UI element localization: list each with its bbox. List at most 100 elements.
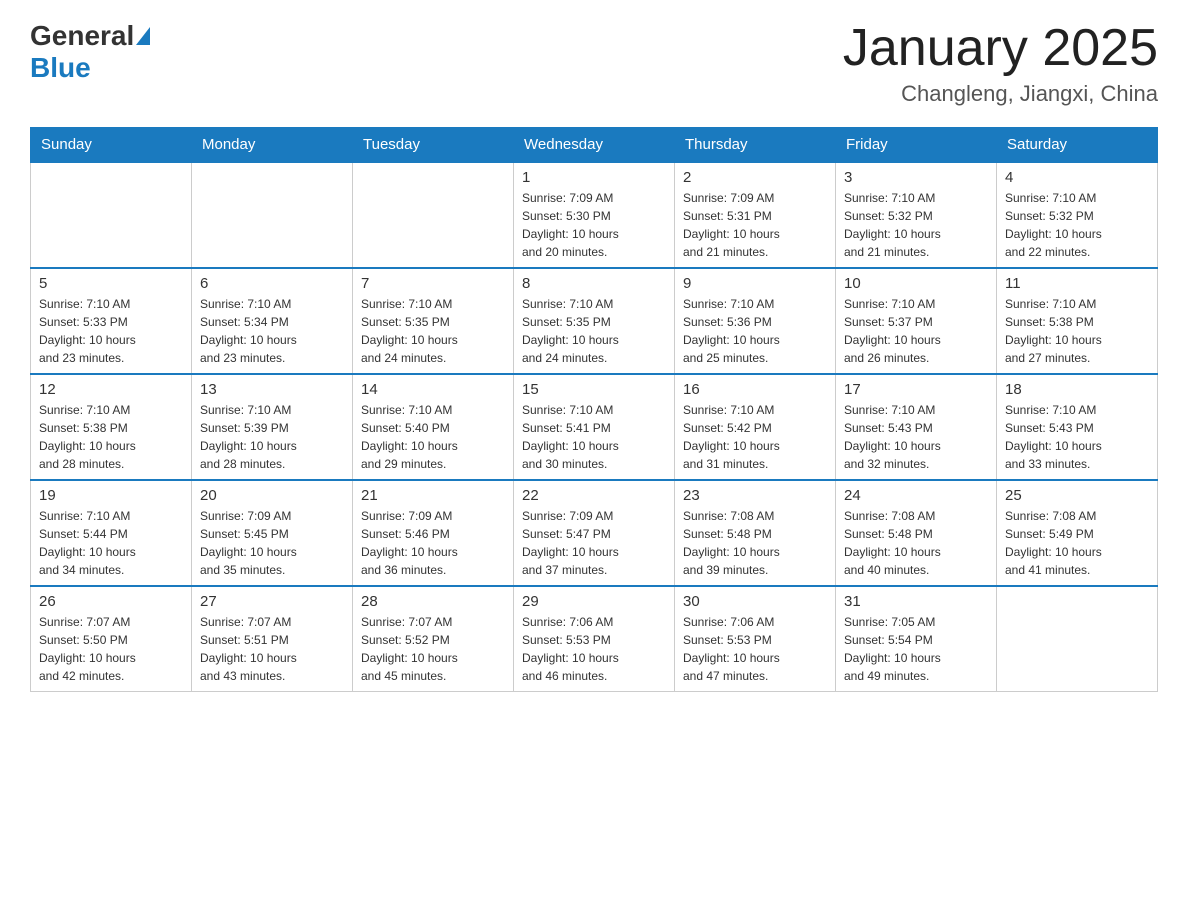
calendar-day-cell: 26 Sunrise: 7:07 AMSunset: 5:50 PMDayligh… [31,586,192,692]
day-info: Sunrise: 7:09 AMSunset: 5:46 PMDaylight:… [361,507,505,579]
day-info: Sunrise: 7:07 AMSunset: 5:52 PMDaylight:… [361,613,505,685]
day-number: 12 [39,381,183,398]
calendar-week-row: 12 Sunrise: 7:10 AMSunset: 5:38 PMDayligh… [31,374,1158,480]
calendar-day-cell: 18 Sunrise: 7:10 AMSunset: 5:43 PMDayligh… [997,374,1158,480]
day-number: 24 [844,487,988,504]
day-info: Sunrise: 7:10 AMSunset: 5:35 PMDaylight:… [361,295,505,367]
calendar-day-header: Monday [192,128,353,163]
calendar-day-cell: 9 Sunrise: 7:10 AMSunset: 5:36 PMDaylight… [675,268,836,374]
calendar-day-cell: 16 Sunrise: 7:10 AMSunset: 5:42 PMDayligh… [675,374,836,480]
calendar-day-header: Tuesday [353,128,514,163]
logo-blue-text: Blue [30,52,91,83]
day-number: 16 [683,381,827,398]
day-number: 27 [200,593,344,610]
day-number: 14 [361,381,505,398]
day-number: 7 [361,275,505,292]
day-number: 23 [683,487,827,504]
calendar-day-cell: 24Sunrise: 7:08 AMSunset: 5:48 PMDayligh… [836,480,997,586]
calendar-day-cell: 14 Sunrise: 7:10 AMSunset: 5:40 PMDayligh… [353,374,514,480]
calendar-day-cell: 21Sunrise: 7:09 AMSunset: 5:46 PMDayligh… [353,480,514,586]
day-number: 10 [844,275,988,292]
day-info: Sunrise: 7:05 AMSunset: 5:54 PMDaylight:… [844,613,988,685]
day-info: Sunrise: 7:08 AMSunset: 5:48 PMDaylight:… [683,507,827,579]
day-info: Sunrise: 7:10 AMSunset: 5:37 PMDaylight:… [844,295,988,367]
day-info: Sunrise: 7:10 AMSunset: 5:43 PMDaylight:… [1005,401,1149,473]
day-info: Sunrise: 7:10 AMSunset: 5:41 PMDaylight:… [522,401,666,473]
calendar-day-header: Wednesday [514,128,675,163]
page-header: General Blue January 2025 Changleng, Jia… [30,20,1158,107]
day-number: 30 [683,593,827,610]
logo-triangle-icon [136,27,150,45]
calendar-day-cell: 3 Sunrise: 7:10 AMSunset: 5:32 PMDaylight… [836,162,997,268]
calendar-day-header: Sunday [31,128,192,163]
calendar-day-cell: 4 Sunrise: 7:10 AMSunset: 5:32 PMDaylight… [997,162,1158,268]
day-number: 26 [39,593,183,610]
day-number: 20 [200,487,344,504]
day-info: Sunrise: 7:10 AMSunset: 5:33 PMDaylight:… [39,295,183,367]
calendar-day-cell: 31Sunrise: 7:05 AMSunset: 5:54 PMDayligh… [836,586,997,692]
calendar-day-header: Saturday [997,128,1158,163]
calendar-day-cell: 27 Sunrise: 7:07 AMSunset: 5:51 PMDayligh… [192,586,353,692]
day-info: Sunrise: 7:06 AMSunset: 5:53 PMDaylight:… [683,613,827,685]
calendar-header-row: SundayMondayTuesdayWednesdayThursdayFrid… [31,128,1158,163]
title-section: January 2025 Changleng, Jiangxi, China [843,20,1158,107]
day-info: Sunrise: 7:10 AMSunset: 5:40 PMDaylight:… [361,401,505,473]
day-number: 11 [1005,275,1149,292]
day-number: 4 [1005,169,1149,186]
day-number: 17 [844,381,988,398]
day-info: Sunrise: 7:10 AMSunset: 5:35 PMDaylight:… [522,295,666,367]
day-info: Sunrise: 7:08 AMSunset: 5:49 PMDaylight:… [1005,507,1149,579]
calendar-day-cell: 19Sunrise: 7:10 AMSunset: 5:44 PMDayligh… [31,480,192,586]
calendar-day-cell: 22Sunrise: 7:09 AMSunset: 5:47 PMDayligh… [514,480,675,586]
day-number: 13 [200,381,344,398]
day-info: Sunrise: 7:09 AMSunset: 5:45 PMDaylight:… [200,507,344,579]
day-info: Sunrise: 7:10 AMSunset: 5:38 PMDaylight:… [39,401,183,473]
day-info: Sunrise: 7:10 AMSunset: 5:42 PMDaylight:… [683,401,827,473]
calendar-day-cell: 6Sunrise: 7:10 AMSunset: 5:34 PMDaylight… [192,268,353,374]
day-info: Sunrise: 7:10 AMSunset: 5:32 PMDaylight:… [844,189,988,261]
calendar-day-cell: 25Sunrise: 7:08 AMSunset: 5:49 PMDayligh… [997,480,1158,586]
day-number: 8 [522,275,666,292]
day-number: 1 [522,169,666,186]
day-number: 22 [522,487,666,504]
calendar-day-cell [192,162,353,268]
calendar-day-cell: 23 Sunrise: 7:08 AMSunset: 5:48 PMDayligh… [675,480,836,586]
calendar-day-cell: 12 Sunrise: 7:10 AMSunset: 5:38 PMDayligh… [31,374,192,480]
calendar-day-cell: 5 Sunrise: 7:10 AMSunset: 5:33 PMDaylight… [31,268,192,374]
calendar-day-cell: 20 Sunrise: 7:09 AMSunset: 5:45 PMDayligh… [192,480,353,586]
calendar-day-cell: 28Sunrise: 7:07 AMSunset: 5:52 PMDayligh… [353,586,514,692]
calendar-day-cell: 15 Sunrise: 7:10 AMSunset: 5:41 PMDayligh… [514,374,675,480]
calendar-day-cell: 17Sunrise: 7:10 AMSunset: 5:43 PMDayligh… [836,374,997,480]
day-number: 9 [683,275,827,292]
calendar-day-cell: 10 Sunrise: 7:10 AMSunset: 5:37 PMDayligh… [836,268,997,374]
month-title: January 2025 [843,20,1158,77]
calendar-week-row: 1Sunrise: 7:09 AMSunset: 5:30 PMDaylight… [31,162,1158,268]
day-number: 3 [844,169,988,186]
calendar-day-cell: 29 Sunrise: 7:06 AMSunset: 5:53 PMDayligh… [514,586,675,692]
logo-general-text: General [30,20,134,52]
calendar-day-cell: 30 Sunrise: 7:06 AMSunset: 5:53 PMDayligh… [675,586,836,692]
day-number: 15 [522,381,666,398]
day-number: 18 [1005,381,1149,398]
calendar-day-cell: 1Sunrise: 7:09 AMSunset: 5:30 PMDaylight… [514,162,675,268]
calendar-day-cell: 7 Sunrise: 7:10 AMSunset: 5:35 PMDaylight… [353,268,514,374]
day-number: 5 [39,275,183,292]
calendar-week-row: 26 Sunrise: 7:07 AMSunset: 5:50 PMDayligh… [31,586,1158,692]
logo: General Blue [30,20,152,84]
day-number: 19 [39,487,183,504]
calendar-day-cell: 2Sunrise: 7:09 AMSunset: 5:31 PMDaylight… [675,162,836,268]
location-subtitle: Changleng, Jiangxi, China [843,81,1158,107]
calendar-day-cell: 8 Sunrise: 7:10 AMSunset: 5:35 PMDaylight… [514,268,675,374]
day-number: 29 [522,593,666,610]
day-info: Sunrise: 7:10 AMSunset: 5:32 PMDaylight:… [1005,189,1149,261]
day-info: Sunrise: 7:07 AMSunset: 5:51 PMDaylight:… [200,613,344,685]
day-info: Sunrise: 7:07 AMSunset: 5:50 PMDaylight:… [39,613,183,685]
day-info: Sunrise: 7:10 AMSunset: 5:39 PMDaylight:… [200,401,344,473]
day-info: Sunrise: 7:10 AMSunset: 5:34 PMDaylight:… [200,295,344,367]
day-info: Sunrise: 7:10 AMSunset: 5:38 PMDaylight:… [1005,295,1149,367]
day-info: Sunrise: 7:06 AMSunset: 5:53 PMDaylight:… [522,613,666,685]
day-info: Sunrise: 7:10 AMSunset: 5:36 PMDaylight:… [683,295,827,367]
calendar-week-row: 5 Sunrise: 7:10 AMSunset: 5:33 PMDaylight… [31,268,1158,374]
calendar-day-cell [353,162,514,268]
day-info: Sunrise: 7:09 AMSunset: 5:31 PMDaylight:… [683,189,827,261]
